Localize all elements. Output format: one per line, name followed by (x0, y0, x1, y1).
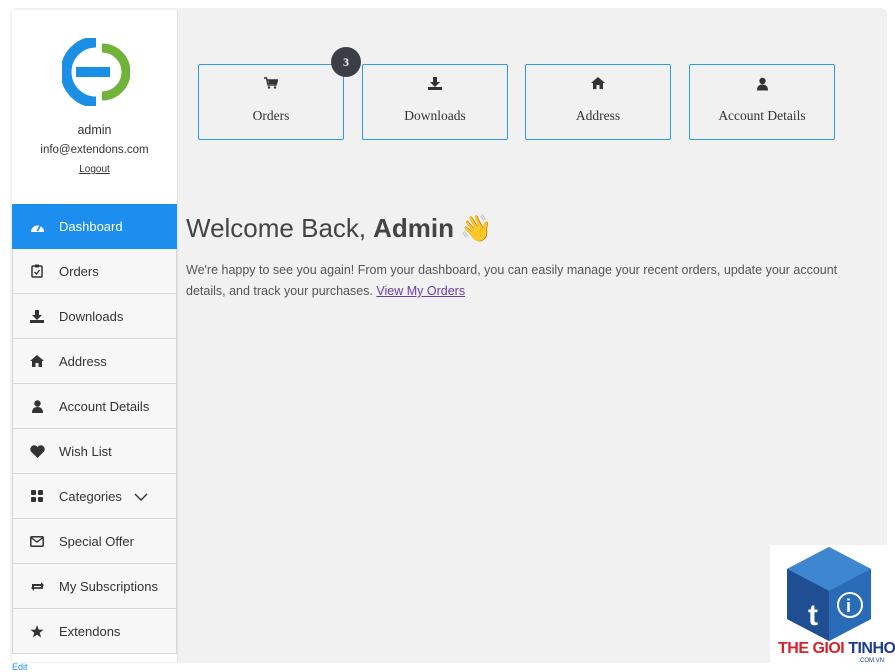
sidebar-item-label: Categories (59, 488, 122, 504)
sidebar-item-orders[interactable]: Orders (12, 249, 177, 294)
user-icon (690, 77, 834, 91)
sidebar-item-label: Orders (59, 263, 99, 279)
clipboard-icon (29, 263, 45, 279)
grid-icon (29, 488, 45, 504)
cube-logo-icon: t i (787, 547, 871, 641)
sidebar-item-label: Account Details (59, 398, 150, 414)
logout-link[interactable]: Logout (12, 164, 177, 175)
sidebar-item-special-offer[interactable]: Special Offer (12, 519, 177, 564)
sidebar-item-label: Wish List (59, 443, 112, 459)
watermark-brand-red: THE GIOI (778, 640, 845, 657)
profile-name: admin (77, 123, 112, 137)
extendons-logo-icon (62, 38, 130, 106)
sidebar-item-label: Dashboard (59, 219, 123, 234)
user-icon (29, 398, 45, 414)
profile-email: info@extendons.com (40, 144, 149, 156)
welcome-intro-text: We're happy to see you again! From your … (186, 263, 838, 298)
welcome-heading: Welcome Back, Admin 👋 (186, 213, 492, 244)
sidebar-item-categories[interactable]: Categories (12, 474, 177, 519)
sidebar-item-address[interactable]: Address (12, 339, 177, 384)
tile-account-details[interactable]: Account Details (689, 64, 835, 140)
sidebar-item-dashboard[interactable]: Dashboard (12, 204, 177, 249)
svg-text:i: i (846, 596, 851, 616)
home-icon (29, 353, 45, 369)
download-icon (29, 308, 45, 324)
welcome-greeting: Welcome Back, (186, 213, 367, 243)
sidebar-item-label: Downloads (59, 308, 124, 324)
sidebar-item-extendons[interactable]: Extendons (12, 609, 177, 654)
sidebar-menu: Dashboard Orders Downloads Address Accou… (12, 204, 177, 654)
tile-label: Account Details (718, 108, 806, 123)
star-icon (29, 623, 45, 639)
watermark-brand-blue: TINHOC (848, 640, 895, 657)
waving-hand-icon: 👋 (460, 213, 493, 243)
dashboard-icon (29, 219, 45, 235)
retweet-icon (29, 578, 45, 594)
sidebar-item-label: Extendons (59, 623, 121, 639)
welcome-name: Admin (373, 213, 455, 243)
orders-count-badge: 3 (331, 47, 361, 77)
view-my-orders-link[interactable]: View My Orders (376, 284, 465, 298)
account-sidebar: admin info@extendons.com Logout Dashboar… (12, 10, 178, 662)
watermark-domain: .COM.VN (858, 658, 884, 664)
watermark-brand: THE GIOI TINHOC (778, 640, 895, 658)
profile-card: admin info@extendons.com Logout (12, 10, 177, 203)
sidebar-item-label: Address (59, 353, 107, 369)
welcome-intro: We're happy to see you again! From your … (186, 260, 876, 302)
sidebar-item-account-details[interactable]: Account Details (12, 384, 177, 429)
tile-label: Downloads (404, 108, 466, 123)
edit-link[interactable]: Edit (12, 662, 28, 672)
sidebar-item-label: Special Offer (59, 533, 134, 549)
tile-label: Orders (252, 108, 290, 123)
tile-orders[interactable]: Orders (198, 64, 344, 140)
svg-text:t: t (808, 599, 818, 632)
tile-downloads[interactable]: Downloads (362, 64, 508, 140)
envelope-icon (29, 533, 45, 549)
tile-label: Address (575, 108, 621, 123)
sidebar-item-downloads[interactable]: Downloads (12, 294, 177, 339)
sidebar-item-wish-list[interactable]: Wish List (12, 429, 177, 474)
heart-icon (29, 443, 45, 459)
chevron-down-icon[interactable] (134, 488, 148, 506)
watermark: t i THE GIOI TINHOC .COM.VN (770, 545, 895, 669)
sidebar-item-my-subscriptions[interactable]: My Subscriptions (12, 564, 177, 609)
cart-icon (199, 77, 343, 91)
download-icon (363, 77, 507, 91)
home-icon (526, 77, 670, 91)
tile-address[interactable]: Address (525, 64, 671, 140)
sidebar-item-label: My Subscriptions (59, 578, 158, 594)
